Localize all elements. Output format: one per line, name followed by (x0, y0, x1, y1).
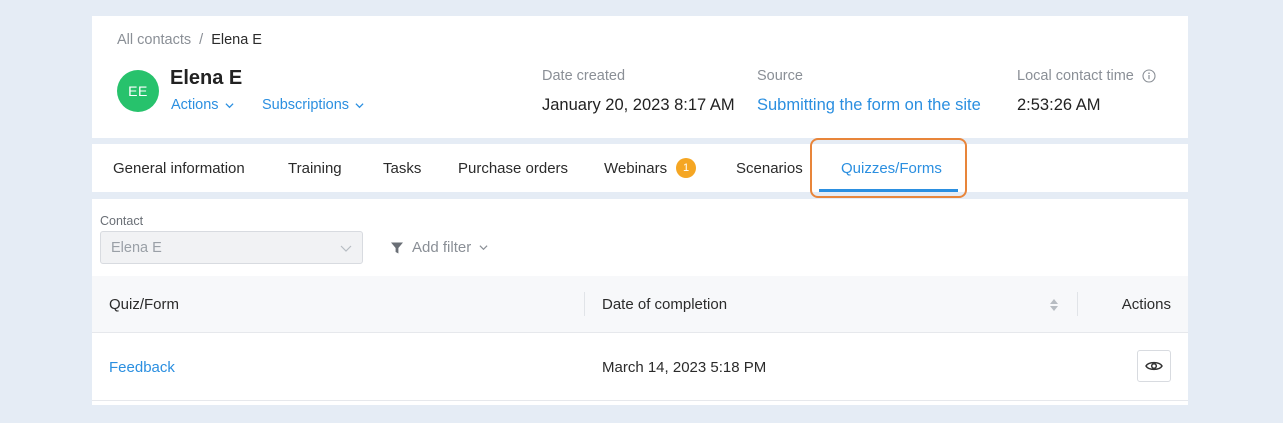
tab-label: General information (113, 159, 245, 177)
view-button[interactable] (1137, 350, 1171, 382)
column-divider (1077, 292, 1078, 316)
subscriptions-label: Subscriptions (262, 97, 350, 113)
chevron-down-icon (355, 102, 364, 108)
table-row: Feedback March 14, 2023 5:18 PM (92, 333, 1188, 401)
webinars-count-badge: 1 (676, 158, 697, 178)
local-time-label: Local contact time (1017, 68, 1134, 84)
contact-header: All contacts / Elena E EE Elena E Action… (92, 16, 1188, 138)
tab-webinars[interactable]: Webinars 1 (604, 144, 697, 192)
actions-dropdown[interactable]: Actions (171, 97, 234, 113)
tab-general-information[interactable]: General information (113, 144, 245, 192)
quizzes-panel: Contact Elena E Add filter Quiz/Form Dat… (92, 199, 1188, 405)
local-time-value: 2:53:26 AM (1017, 96, 1101, 114)
chevron-down-icon (479, 245, 488, 251)
column-header-actions: Actions (1121, 296, 1171, 313)
chevron-down-icon (340, 245, 352, 252)
tab-label: Scenarios (736, 159, 803, 177)
tab-tasks[interactable]: Tasks (383, 144, 421, 192)
eye-icon (1145, 361, 1163, 371)
tab-label: Training (288, 159, 342, 177)
tab-purchase-orders[interactable]: Purchase orders (458, 144, 568, 192)
add-filter-label: Add filter (412, 239, 472, 256)
breadcrumb-current: Elena E (211, 32, 262, 48)
tab-label: Tasks (383, 159, 422, 177)
avatar: EE (117, 70, 159, 112)
tab-label: Quizzes/Forms (841, 159, 942, 177)
column-header-date-of-completion[interactable]: Date of completion (602, 276, 727, 333)
actions-label: Actions (171, 97, 219, 113)
source-label: Source (757, 68, 803, 84)
date-created-label: Date created (542, 68, 626, 84)
contact-select-value: Elena E (111, 239, 162, 256)
breadcrumb-separator: / (199, 32, 204, 48)
date-created-value: January 20, 2023 8:17 AM (542, 96, 735, 114)
column-header-quiz-form: Quiz/Form (109, 296, 180, 313)
completion-date: March 14, 2023 5:18 PM (602, 358, 767, 376)
quiz-form-link[interactable]: Feedback (109, 333, 175, 401)
breadcrumb: All contacts / Elena E (117, 32, 262, 48)
column-divider (584, 292, 585, 316)
add-filter-button[interactable]: Add filter (390, 239, 488, 256)
subscriptions-dropdown[interactable]: Subscriptions (262, 97, 364, 113)
tab-label: Webinars (604, 159, 668, 177)
tab-quizzes-forms[interactable]: Quizzes/Forms (841, 144, 942, 192)
local-time-label-wrap: Local contact time (1017, 68, 1156, 84)
filter-icon (391, 242, 403, 253)
breadcrumb-all-contacts[interactable]: All contacts (117, 32, 191, 48)
active-tab-indicator (819, 189, 958, 192)
contact-select: Elena E (100, 231, 363, 264)
sort-icon[interactable] (1049, 297, 1059, 313)
tab-label: Purchase orders (458, 159, 569, 177)
info-icon[interactable] (1142, 69, 1156, 83)
tab-scenarios[interactable]: Scenarios (736, 144, 803, 192)
chevron-down-icon (225, 102, 234, 108)
source-link[interactable]: Submitting the form on the site (757, 96, 981, 115)
contact-filter-label: Contact (100, 214, 144, 228)
tab-bar: General information Training Tasks Purch… (92, 144, 1188, 192)
tab-training[interactable]: Training (288, 144, 342, 192)
contact-name: Elena E (170, 67, 243, 89)
table-header: Quiz/Form Date of completion Actions (92, 276, 1188, 333)
